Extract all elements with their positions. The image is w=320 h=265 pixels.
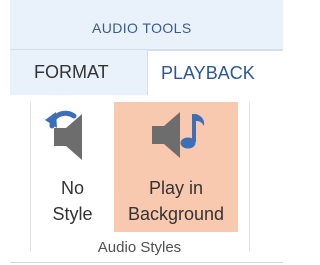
play-in-background-label-line1: Play in [148,178,204,198]
contextual-tab-title: AUDIO TOOLS [92,20,192,36]
group-label: Audio Styles [97,239,182,256]
tab-playback[interactable]: PLAYBACK [147,50,283,96]
group-divider [30,102,31,252]
play-in-background-label-line2: Background [127,204,225,224]
group-divider [249,102,250,252]
ribbon-bottom-border [10,262,283,263]
no-style-label-line2: Style [52,204,93,224]
contextual-tab-header: AUDIO TOOLS [10,0,283,50]
ribbon-tab-row: FORMAT PLAYBACK [10,50,283,96]
speaker-music-note-icon [152,112,205,158]
play-in-background-button[interactable]: Play in Background [114,102,238,232]
no-style-label-line1: No [60,178,84,198]
no-style-button[interactable]: No Style [39,102,106,232]
tab-format[interactable]: FORMAT [34,50,109,95]
undo-speaker-icon [45,110,82,160]
window-edge [0,0,10,265]
